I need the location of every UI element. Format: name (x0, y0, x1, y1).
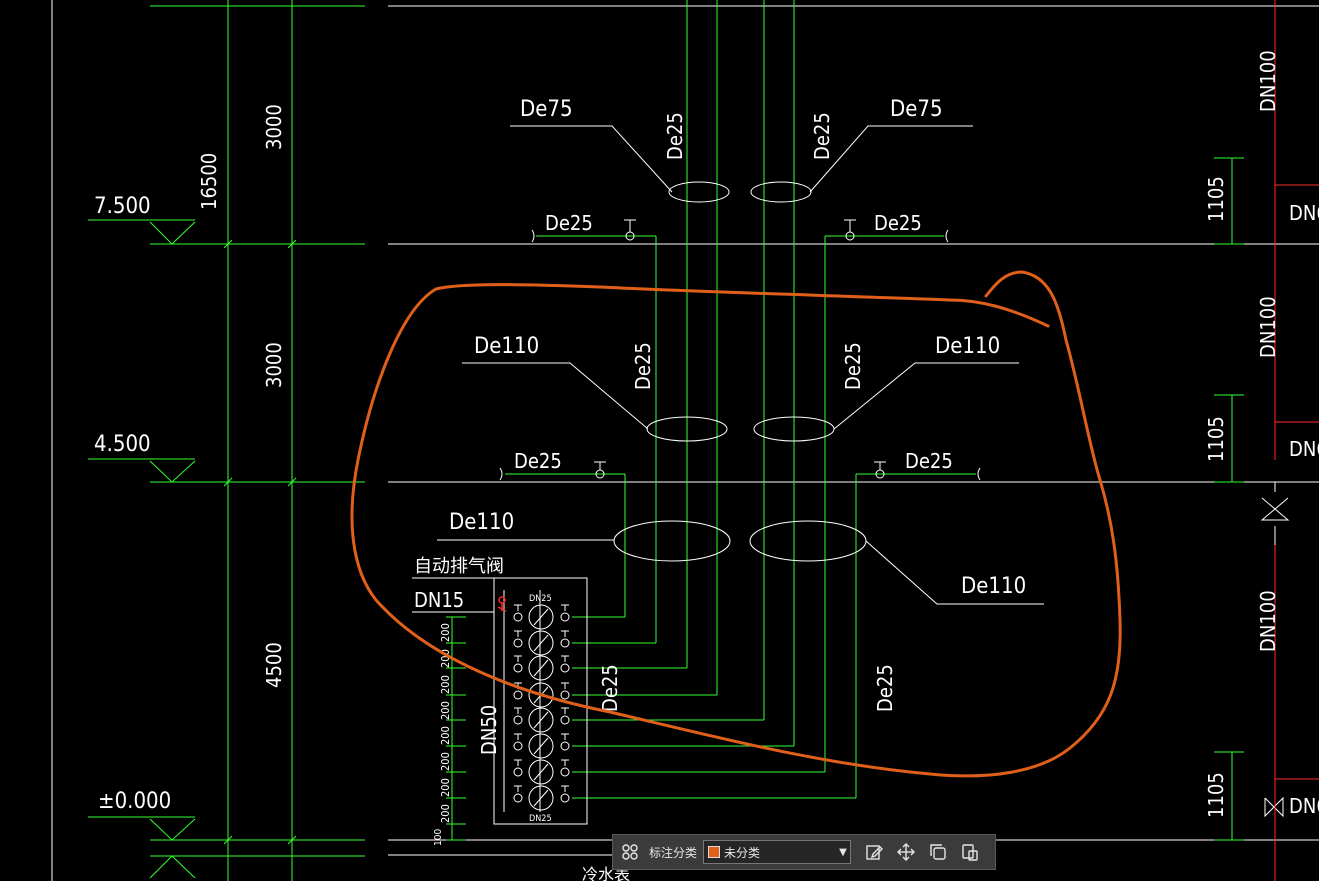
right-dim-upper: 1105 (1204, 176, 1228, 222)
spacing-dim-text: 200 (439, 701, 452, 720)
floor-height-dim-upper: 3000 (262, 104, 286, 150)
spacing-dim-text: 200 (439, 726, 452, 745)
spacing-dim-text: 200 (439, 675, 452, 694)
right-edge-label-upper: DN6 (1289, 201, 1319, 225)
branch-label-mid-right: De25 (905, 449, 953, 473)
branch-label-mid-left: De25 (514, 449, 562, 473)
right-pipe-label-upper: DN100 (1256, 50, 1280, 112)
manifold-top-size: DN25 (529, 594, 552, 604)
elevation-label-4500: 4.500 (94, 432, 151, 457)
right-dim-lower: 1105 (1204, 772, 1228, 818)
grid-icon[interactable] (619, 841, 641, 863)
pipe-label-top-left: De75 (520, 97, 573, 122)
copy-icon[interactable] (927, 841, 949, 863)
spacing-dim-text-100: 100 (433, 829, 444, 846)
air-valve-size: DN15 (414, 588, 464, 612)
category-dropdown[interactable]: 未分类 ▼ (703, 840, 852, 864)
edit-note-icon[interactable] (863, 841, 885, 863)
elevation-label-0000: ±0.000 (98, 789, 171, 814)
category-label: 标注分类 (649, 845, 698, 860)
manifold-size-label: DN50 (477, 705, 501, 755)
right-pipe-label-lower: DN100 (1256, 590, 1280, 652)
pipe-label-mid-right: De110 (935, 334, 1000, 359)
riser-label-top-left: De25 (663, 112, 687, 160)
pipe-label-mid-left: De110 (474, 334, 539, 359)
spacing-dim-text: 200 (439, 778, 452, 797)
branch-label-top-right: De25 (874, 211, 922, 235)
floor-height-dim-lower: 4500 (262, 642, 286, 688)
pipe-label-low-right: De110 (961, 574, 1026, 599)
floor-height-dim-middle: 3000 (262, 342, 286, 388)
cad-drawing-canvas: 7.500 4.500 ±0.000 16500 3000 3000 4500 (0, 0, 1319, 881)
paste-icon[interactable] (959, 841, 981, 863)
riser-label-top-right: De25 (810, 112, 834, 160)
spacing-dim-text: 200 (439, 623, 452, 642)
manifold-bottom-size: DN25 (529, 814, 552, 824)
chevron-down-icon: ▼ (839, 846, 847, 858)
riser-label-low-right: De25 (873, 664, 897, 712)
total-height-dim: 16500 (197, 153, 221, 210)
right-dim-middle: 1105 (1204, 416, 1228, 462)
manifold-riser-label: De25 (598, 664, 622, 712)
spacing-dim-text: 200 (439, 752, 452, 771)
right-pipe-label-middle: DN100 (1256, 296, 1280, 358)
riser-label-mid-right: De25 (841, 342, 865, 390)
move-icon[interactable] (895, 841, 917, 863)
right-edge-label-middle: DN6 (1289, 437, 1319, 461)
pipe-label-top-right: De75 (890, 97, 943, 122)
right-edge-label-lower: DN6 (1289, 794, 1319, 818)
branch-label-top-left: De25 (545, 211, 593, 235)
annotation-toolbar: 标注分类 未分类 ▼ (612, 834, 996, 870)
pipe-label-low-left: De110 (449, 510, 514, 535)
air-valve-label: 自动排气阀 (414, 556, 504, 577)
category-selected-value: 未分类 (724, 845, 761, 860)
elevation-label-7500: 7.500 (94, 194, 151, 219)
riser-label-mid-left: De25 (631, 342, 655, 390)
spacing-dim-text: 200 (439, 804, 452, 823)
category-color-swatch (708, 846, 721, 858)
